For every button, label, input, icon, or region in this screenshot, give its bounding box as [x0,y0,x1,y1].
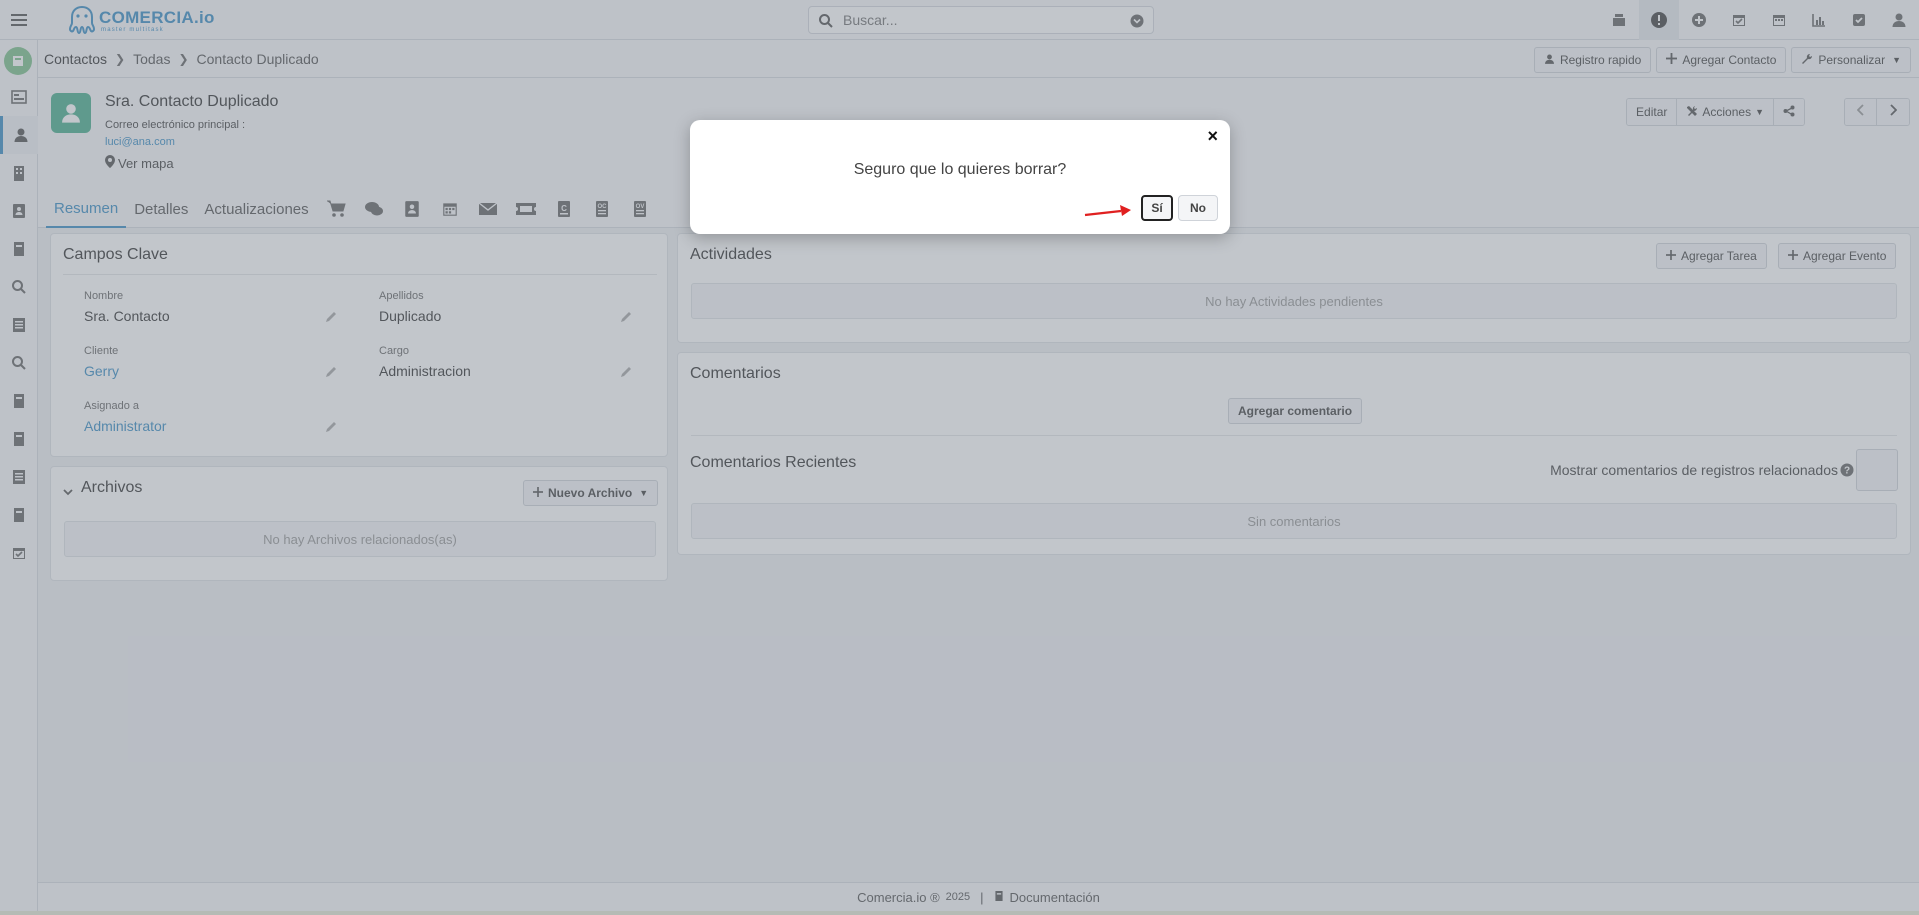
close-icon[interactable]: × [1207,126,1218,147]
confirm-yes-button[interactable]: Sí [1141,195,1173,221]
annotation-arrow-icon [1083,203,1133,224]
confirm-no-button[interactable]: No [1178,195,1218,221]
confirm-delete-dialog: × Seguro que lo quieres borrar? Sí No [690,120,1230,234]
confirm-message: Seguro que lo quieres borrar? [853,161,1067,178]
